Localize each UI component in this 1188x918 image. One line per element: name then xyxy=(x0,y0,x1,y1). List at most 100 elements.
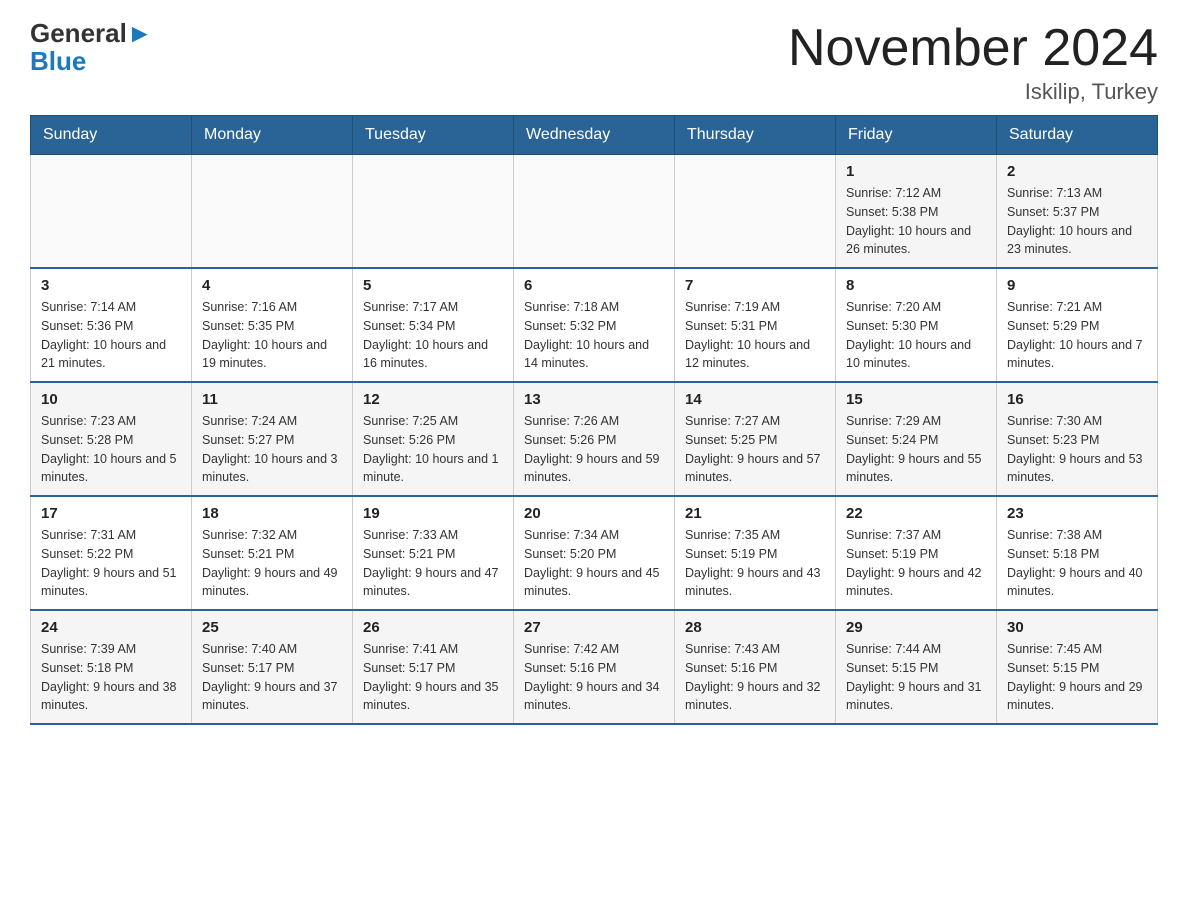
day-number: 4 xyxy=(202,277,342,294)
calendar-cell: 6 Sunrise: 7:18 AMSunset: 5:32 PMDaylight… xyxy=(514,268,675,382)
day-info: Sunrise: 7:21 AMSunset: 5:29 PMDaylight:… xyxy=(1007,298,1147,373)
day-number: 7 xyxy=(685,277,825,294)
calendar-cell: 13 Sunrise: 7:26 AMSunset: 5:26 PMDayligh… xyxy=(514,382,675,496)
calendar-cell: 18Sunrise: 7:32 AMSunset: 5:21 PMDayligh… xyxy=(192,496,353,610)
week-row-0: 1 Sunrise: 7:12 AMSunset: 5:38 PMDaylight… xyxy=(31,155,1158,269)
month-title: November 2024 xyxy=(788,20,1158,77)
day-number: 22 xyxy=(846,505,986,522)
calendar-cell: 25Sunrise: 7:40 AMSunset: 5:17 PMDayligh… xyxy=(192,610,353,724)
day-info: Sunrise: 7:31 AMSunset: 5:22 PMDaylight:… xyxy=(41,526,181,601)
title-block: November 2024 Iskilip, Turkey xyxy=(788,20,1158,105)
day-number: 14 xyxy=(685,391,825,408)
day-number: 28 xyxy=(685,619,825,636)
calendar-cell: 11Sunrise: 7:24 AMSunset: 5:27 PMDayligh… xyxy=(192,382,353,496)
calendar-cell: 15 Sunrise: 7:29 AMSunset: 5:24 PMDayligh… xyxy=(836,382,997,496)
day-info: Sunrise: 7:20 AMSunset: 5:30 PMDaylight:… xyxy=(846,298,986,373)
calendar-cell: 24 Sunrise: 7:39 AMSunset: 5:18 PMDayligh… xyxy=(31,610,192,724)
day-number: 29 xyxy=(846,619,986,636)
calendar-cell: 19 Sunrise: 7:33 AMSunset: 5:21 PMDayligh… xyxy=(353,496,514,610)
day-number: 2 xyxy=(1007,163,1147,180)
day-number: 15 xyxy=(846,391,986,408)
calendar-table: SundayMondayTuesdayWednesdayThursdayFrid… xyxy=(30,115,1158,725)
day-number: 19 xyxy=(363,505,503,522)
day-info: Sunrise: 7:39 AMSunset: 5:18 PMDaylight:… xyxy=(41,640,181,715)
calendar-cell: 14Sunrise: 7:27 AMSunset: 5:25 PMDayligh… xyxy=(675,382,836,496)
calendar-cell: 5 Sunrise: 7:17 AMSunset: 5:34 PMDaylight… xyxy=(353,268,514,382)
day-number: 30 xyxy=(1007,619,1147,636)
calendar-cell: 28 Sunrise: 7:43 AMSunset: 5:16 PMDayligh… xyxy=(675,610,836,724)
day-number: 6 xyxy=(524,277,664,294)
calendar-cell: 30 Sunrise: 7:45 AMSunset: 5:15 PMDayligh… xyxy=(997,610,1158,724)
day-info: Sunrise: 7:24 AMSunset: 5:27 PMDaylight:… xyxy=(202,412,342,487)
header-sunday: Sunday xyxy=(31,116,192,155)
calendar-cell: 2 Sunrise: 7:13 AMSunset: 5:37 PMDaylight… xyxy=(997,155,1158,269)
day-info: Sunrise: 7:23 AMSunset: 5:28 PMDaylight:… xyxy=(41,412,181,487)
logo: General► Blue xyxy=(30,20,153,77)
day-info: Sunrise: 7:12 AMSunset: 5:38 PMDaylight:… xyxy=(846,184,986,259)
day-info: Sunrise: 7:41 AMSunset: 5:17 PMDaylight:… xyxy=(363,640,503,715)
calendar-cell xyxy=(675,155,836,269)
header-saturday: Saturday xyxy=(997,116,1158,155)
day-number: 18 xyxy=(202,505,342,522)
day-info: Sunrise: 7:25 AMSunset: 5:26 PMDaylight:… xyxy=(363,412,503,487)
calendar-cell: 26Sunrise: 7:41 AMSunset: 5:17 PMDayligh… xyxy=(353,610,514,724)
calendar-cell: 17 Sunrise: 7:31 AMSunset: 5:22 PMDayligh… xyxy=(31,496,192,610)
day-number: 10 xyxy=(41,391,181,408)
day-info: Sunrise: 7:35 AMSunset: 5:19 PMDaylight:… xyxy=(685,526,825,601)
day-number: 8 xyxy=(846,277,986,294)
day-info: Sunrise: 7:29 AMSunset: 5:24 PMDaylight:… xyxy=(846,412,986,487)
day-info: Sunrise: 7:34 AMSunset: 5:20 PMDaylight:… xyxy=(524,526,664,601)
day-number: 25 xyxy=(202,619,342,636)
day-info: Sunrise: 7:18 AMSunset: 5:32 PMDaylight:… xyxy=(524,298,664,373)
day-info: Sunrise: 7:26 AMSunset: 5:26 PMDaylight:… xyxy=(524,412,664,487)
calendar-cell xyxy=(192,155,353,269)
calendar-cell: 7 Sunrise: 7:19 AMSunset: 5:31 PMDaylight… xyxy=(675,268,836,382)
calendar-cell: 21 Sunrise: 7:35 AMSunset: 5:19 PMDayligh… xyxy=(675,496,836,610)
header-thursday: Thursday xyxy=(675,116,836,155)
week-row-1: 3Sunrise: 7:14 AMSunset: 5:36 PMDaylight… xyxy=(31,268,1158,382)
day-info: Sunrise: 7:19 AMSunset: 5:31 PMDaylight:… xyxy=(685,298,825,373)
calendar-cell: 23 Sunrise: 7:38 AMSunset: 5:18 PMDayligh… xyxy=(997,496,1158,610)
header-friday: Friday xyxy=(836,116,997,155)
day-number: 27 xyxy=(524,619,664,636)
calendar-cell: 20Sunrise: 7:34 AMSunset: 5:20 PMDayligh… xyxy=(514,496,675,610)
day-info: Sunrise: 7:42 AMSunset: 5:16 PMDaylight:… xyxy=(524,640,664,715)
day-info: Sunrise: 7:43 AMSunset: 5:16 PMDaylight:… xyxy=(685,640,825,715)
day-info: Sunrise: 7:13 AMSunset: 5:37 PMDaylight:… xyxy=(1007,184,1147,259)
logo-blue-text: Blue xyxy=(30,46,86,77)
header-wednesday: Wednesday xyxy=(514,116,675,155)
calendar-cell xyxy=(31,155,192,269)
day-number: 13 xyxy=(524,391,664,408)
calendar-cell: 8 Sunrise: 7:20 AMSunset: 5:30 PMDaylight… xyxy=(836,268,997,382)
calendar-cell xyxy=(353,155,514,269)
header-tuesday: Tuesday xyxy=(353,116,514,155)
calendar-cell: 1 Sunrise: 7:12 AMSunset: 5:38 PMDaylight… xyxy=(836,155,997,269)
day-number: 24 xyxy=(41,619,181,636)
calendar-cell: 16Sunrise: 7:30 AMSunset: 5:23 PMDayligh… xyxy=(997,382,1158,496)
day-number: 17 xyxy=(41,505,181,522)
calendar-cell xyxy=(514,155,675,269)
day-info: Sunrise: 7:17 AMSunset: 5:34 PMDaylight:… xyxy=(363,298,503,373)
day-info: Sunrise: 7:16 AMSunset: 5:35 PMDaylight:… xyxy=(202,298,342,373)
day-number: 21 xyxy=(685,505,825,522)
location-subtitle: Iskilip, Turkey xyxy=(788,79,1158,105)
calendar-cell: 4 Sunrise: 7:16 AMSunset: 5:35 PMDaylight… xyxy=(192,268,353,382)
logo-general-text: General► xyxy=(30,20,153,46)
day-info: Sunrise: 7:44 AMSunset: 5:15 PMDaylight:… xyxy=(846,640,986,715)
calendar-cell: 29 Sunrise: 7:44 AMSunset: 5:15 PMDayligh… xyxy=(836,610,997,724)
calendar-cell: 9Sunrise: 7:21 AMSunset: 5:29 PMDaylight… xyxy=(997,268,1158,382)
header-monday: Monday xyxy=(192,116,353,155)
day-info: Sunrise: 7:14 AMSunset: 5:36 PMDaylight:… xyxy=(41,298,181,373)
logo-arrow-icon: ► xyxy=(127,18,153,48)
day-number: 5 xyxy=(363,277,503,294)
day-info: Sunrise: 7:30 AMSunset: 5:23 PMDaylight:… xyxy=(1007,412,1147,487)
day-info: Sunrise: 7:38 AMSunset: 5:18 PMDaylight:… xyxy=(1007,526,1147,601)
day-number: 23 xyxy=(1007,505,1147,522)
day-number: 1 xyxy=(846,163,986,180)
day-info: Sunrise: 7:45 AMSunset: 5:15 PMDaylight:… xyxy=(1007,640,1147,715)
calendar-cell: 10 Sunrise: 7:23 AMSunset: 5:28 PMDayligh… xyxy=(31,382,192,496)
day-info: Sunrise: 7:33 AMSunset: 5:21 PMDaylight:… xyxy=(363,526,503,601)
week-row-2: 10 Sunrise: 7:23 AMSunset: 5:28 PMDayligh… xyxy=(31,382,1158,496)
day-number: 12 xyxy=(363,391,503,408)
week-row-3: 17 Sunrise: 7:31 AMSunset: 5:22 PMDayligh… xyxy=(31,496,1158,610)
